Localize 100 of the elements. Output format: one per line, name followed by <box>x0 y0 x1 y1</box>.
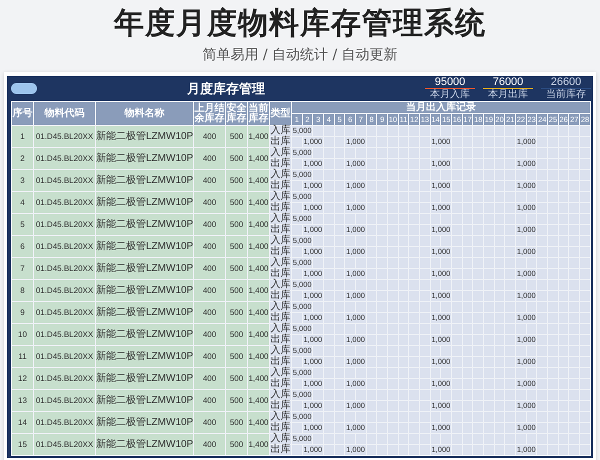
table-cell: 500 <box>226 170 248 192</box>
table-cell: 新能二极管LZMW10P <box>96 368 194 390</box>
table-cell: 新能二极管LZMW10P <box>96 214 194 236</box>
table-cell: 4 <box>12 192 34 214</box>
table-cell: 新能二极管LZMW10P <box>96 412 194 434</box>
table-cell: 入库 <box>270 258 292 268</box>
kpi-label: 本月入库 <box>430 89 470 100</box>
table-cell: 400 <box>194 434 226 456</box>
kpi-value: 26600 <box>550 76 582 88</box>
table-cell: 8 <box>12 280 34 302</box>
table-cell: 01.D45.BL20XX <box>34 170 96 192</box>
table-cell: 500 <box>226 258 248 280</box>
table-cell: 400 <box>194 324 226 346</box>
table-cell: 新能二极管LZMW10P <box>96 434 194 456</box>
table-cell: 12 <box>12 368 34 390</box>
table-cell: 01.D45.BL20XX <box>34 214 96 236</box>
table-cell: 新能二极管LZMW10P <box>96 126 194 148</box>
table-cell: 500 <box>226 192 248 214</box>
table-cell: 出库 <box>270 136 292 148</box>
table-cell: 新能二极管LZMW10P <box>96 346 194 368</box>
table-cell: 3 <box>12 170 34 192</box>
table-cell: 出库 <box>270 312 292 324</box>
table-cell: 15 <box>12 434 34 456</box>
table-cell: 500 <box>226 434 248 456</box>
pill-button[interactable] <box>11 83 37 94</box>
table-cell: 入库 <box>270 236 292 246</box>
sheet-title: 月度库存管理 <box>187 80 265 98</box>
column-header: 安全库存 <box>226 102 248 126</box>
table-cell: 入库 <box>270 346 292 356</box>
table-cell: 10 <box>12 324 34 346</box>
table-cell: 出库 <box>270 356 292 368</box>
table-cell: 400 <box>194 236 226 258</box>
table-cell: 1,400 <box>248 302 270 324</box>
table-cell: 1,400 <box>248 390 270 412</box>
table-cell: 400 <box>194 126 226 148</box>
table-cell: 出库 <box>270 378 292 390</box>
table-cell: 6 <box>12 236 34 258</box>
kpi-label: 当前库存 <box>546 89 586 100</box>
subtitle: 简单易用 / 自动统计 / 自动更新 <box>202 46 398 64</box>
table-cell: 01.D45.BL20XX <box>34 302 96 324</box>
table-cell: 新能二极管LZMW10P <box>96 280 194 302</box>
table-cell: 01.D45.BL20XX <box>34 324 96 346</box>
table-cell: 400 <box>194 412 226 434</box>
table-cell: 400 <box>194 214 226 236</box>
table-cell: 400 <box>194 368 226 390</box>
table-cell: 01.D45.BL20XX <box>34 148 96 170</box>
column-header: 物料代码 <box>34 102 96 126</box>
table-cell: 1,400 <box>248 214 270 236</box>
table-cell: 500 <box>226 148 248 170</box>
table-cell: 01.D45.BL20XX <box>34 346 96 368</box>
table-cell: 01.D45.BL20XX <box>34 126 96 148</box>
table-cell: 01.D45.BL20XX <box>34 192 96 214</box>
table-cell: 出库 <box>270 422 292 434</box>
table-cell: 1,400 <box>248 258 270 280</box>
column-header: 当前库存 <box>248 102 270 126</box>
column-header: 上月结余库存 <box>194 102 226 126</box>
table-cell: 1,400 <box>248 434 270 456</box>
table-cell: 新能二极管LZMW10P <box>96 302 194 324</box>
table-cell: 400 <box>194 170 226 192</box>
table-cell: 1,400 <box>248 170 270 192</box>
table-cell: 500 <box>226 346 248 368</box>
table-cell: 500 <box>226 368 248 390</box>
table-cell: 新能二极管LZMW10P <box>96 192 194 214</box>
column-header: 类型 <box>270 102 292 126</box>
table-cell: 出库 <box>270 268 292 280</box>
table-cell: 入库 <box>270 412 292 422</box>
table-cell: 出库 <box>270 180 292 192</box>
table-cell: 入库 <box>270 434 292 444</box>
table-cell: 5 <box>12 214 34 236</box>
table-cell: 9 <box>12 302 34 324</box>
table-cell: 400 <box>194 346 226 368</box>
table-cell: 11 <box>12 346 34 368</box>
table-cell: 500 <box>226 126 248 148</box>
table-cell: 出库 <box>270 444 292 456</box>
page-title: 年度月度物料库存管理系统 <box>114 6 486 42</box>
table-cell: 入库 <box>270 214 292 224</box>
table-cell: 1,400 <box>248 324 270 346</box>
table-cell: 500 <box>226 214 248 236</box>
table-cell: 500 <box>226 324 248 346</box>
table-cell: 400 <box>194 148 226 170</box>
table-cell: 入库 <box>270 126 292 136</box>
table-cell: 500 <box>226 280 248 302</box>
table-cell: 出库 <box>270 334 292 346</box>
table-cell: 入库 <box>270 390 292 400</box>
table-cell: 1,400 <box>248 412 270 434</box>
table-cell: 入库 <box>270 192 292 202</box>
table-cell: 01.D45.BL20XX <box>34 434 96 456</box>
table-cell: 400 <box>194 302 226 324</box>
table-cell: 01.D45.BL20XX <box>34 236 96 258</box>
table-cell: 1,400 <box>248 346 270 368</box>
table-cell: 新能二极管LZMW10P <box>96 170 194 192</box>
column-header: 序号 <box>12 102 34 126</box>
table-cell: 出库 <box>270 290 292 302</box>
table-cell: 1,400 <box>248 280 270 302</box>
table-cell: 入库 <box>270 302 292 312</box>
table-cell: 入库 <box>270 148 292 158</box>
table-cell: 新能二极管LZMW10P <box>96 148 194 170</box>
table-cell: 出库 <box>270 400 292 412</box>
table-cell: 出库 <box>270 202 292 214</box>
kpi-label: 本月出库 <box>488 89 528 100</box>
